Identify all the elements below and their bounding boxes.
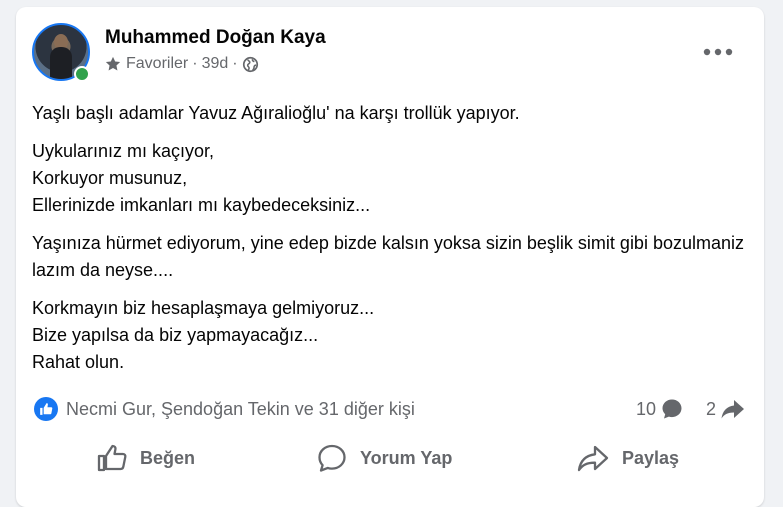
post-paragraph-1: Yaşlı başlı adamlar Yavuz Ağıralioğlu' n… xyxy=(32,103,520,123)
like-button[interactable]: Beğen xyxy=(96,443,195,473)
share-count-value: 2 xyxy=(705,398,716,419)
comment-bubble-icon xyxy=(662,399,682,419)
meta-separator: · xyxy=(192,55,198,72)
avatar[interactable] xyxy=(32,23,90,82)
thumbs-up-icon xyxy=(97,444,127,472)
online-status-dot xyxy=(74,66,90,82)
post-body: Yaşlı başlı adamlar Yavuz Ağıralioğlu' n… xyxy=(32,100,748,387)
post-meta: Favoriler · 39d · xyxy=(104,55,259,73)
more-dots-icon xyxy=(703,48,733,56)
reactions-bar: Necmi Gur, Şendoğan Tekin ve 31 diğer ki… xyxy=(34,396,746,422)
share-arrow-icon xyxy=(721,400,744,419)
comment-icon xyxy=(318,444,346,472)
like-icon[interactable] xyxy=(34,397,58,421)
avatar-figure xyxy=(50,47,72,79)
engagement-counts: 10 2 xyxy=(636,397,746,421)
share-icon xyxy=(577,445,609,472)
audience-label[interactable]: Favoriler xyxy=(126,55,188,73)
like-button-label: Beğen xyxy=(140,447,196,468)
star-icon xyxy=(104,55,122,73)
post-card: Muhammed Doğan Kaya Favoriler · 39d · Ya… xyxy=(16,7,764,507)
comment-count[interactable]: 10 xyxy=(636,397,684,421)
author-name[interactable]: Muhammed Doğan Kaya xyxy=(105,27,326,49)
comment-button-label: Yorum Yap xyxy=(360,447,453,468)
post-paragraph-2: Uykularınız mı kaçıyor, Korkuyor musunuz… xyxy=(32,141,371,215)
meta-separator-2: · xyxy=(232,55,238,72)
share-button[interactable]: Paylaş xyxy=(576,443,679,473)
share-button-label: Paylaş xyxy=(622,447,680,468)
comment-button[interactable]: Yorum Yap xyxy=(316,443,452,473)
post-time[interactable]: 39d xyxy=(202,55,229,73)
reactors-summary[interactable]: Necmi Gur, Şendoğan Tekin ve 31 diğer ki… xyxy=(66,399,415,420)
post-paragraph-3: Yaşınıza hürmet ediyorum, yine edep bizd… xyxy=(32,233,744,280)
share-count[interactable]: 2 xyxy=(706,397,746,421)
more-options-button[interactable] xyxy=(696,37,740,67)
post-actions: Beğen Yorum Yap Paylaş xyxy=(16,437,764,479)
comment-count-value: 10 xyxy=(635,398,656,419)
globe-icon[interactable] xyxy=(242,56,259,73)
post-paragraph-4: Korkmayın biz hesaplaşmaya gelmiyoruz...… xyxy=(32,298,375,372)
